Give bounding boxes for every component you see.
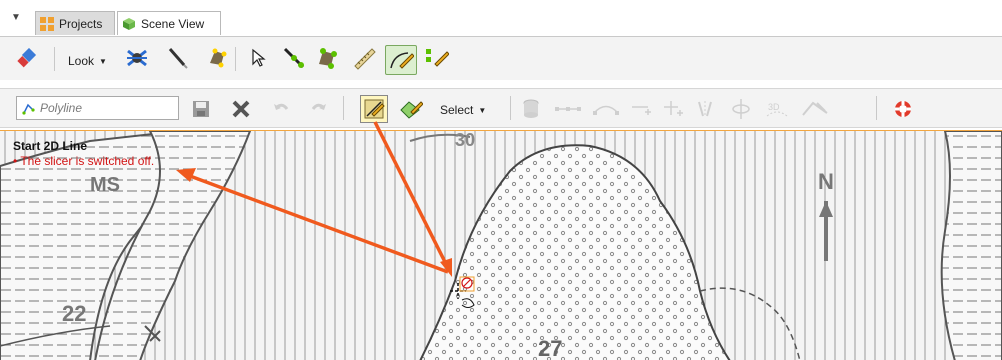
annotation-arrow	[373, 121, 452, 277]
annotation-overlay	[176, 121, 475, 308]
cursor-icon	[450, 276, 475, 308]
